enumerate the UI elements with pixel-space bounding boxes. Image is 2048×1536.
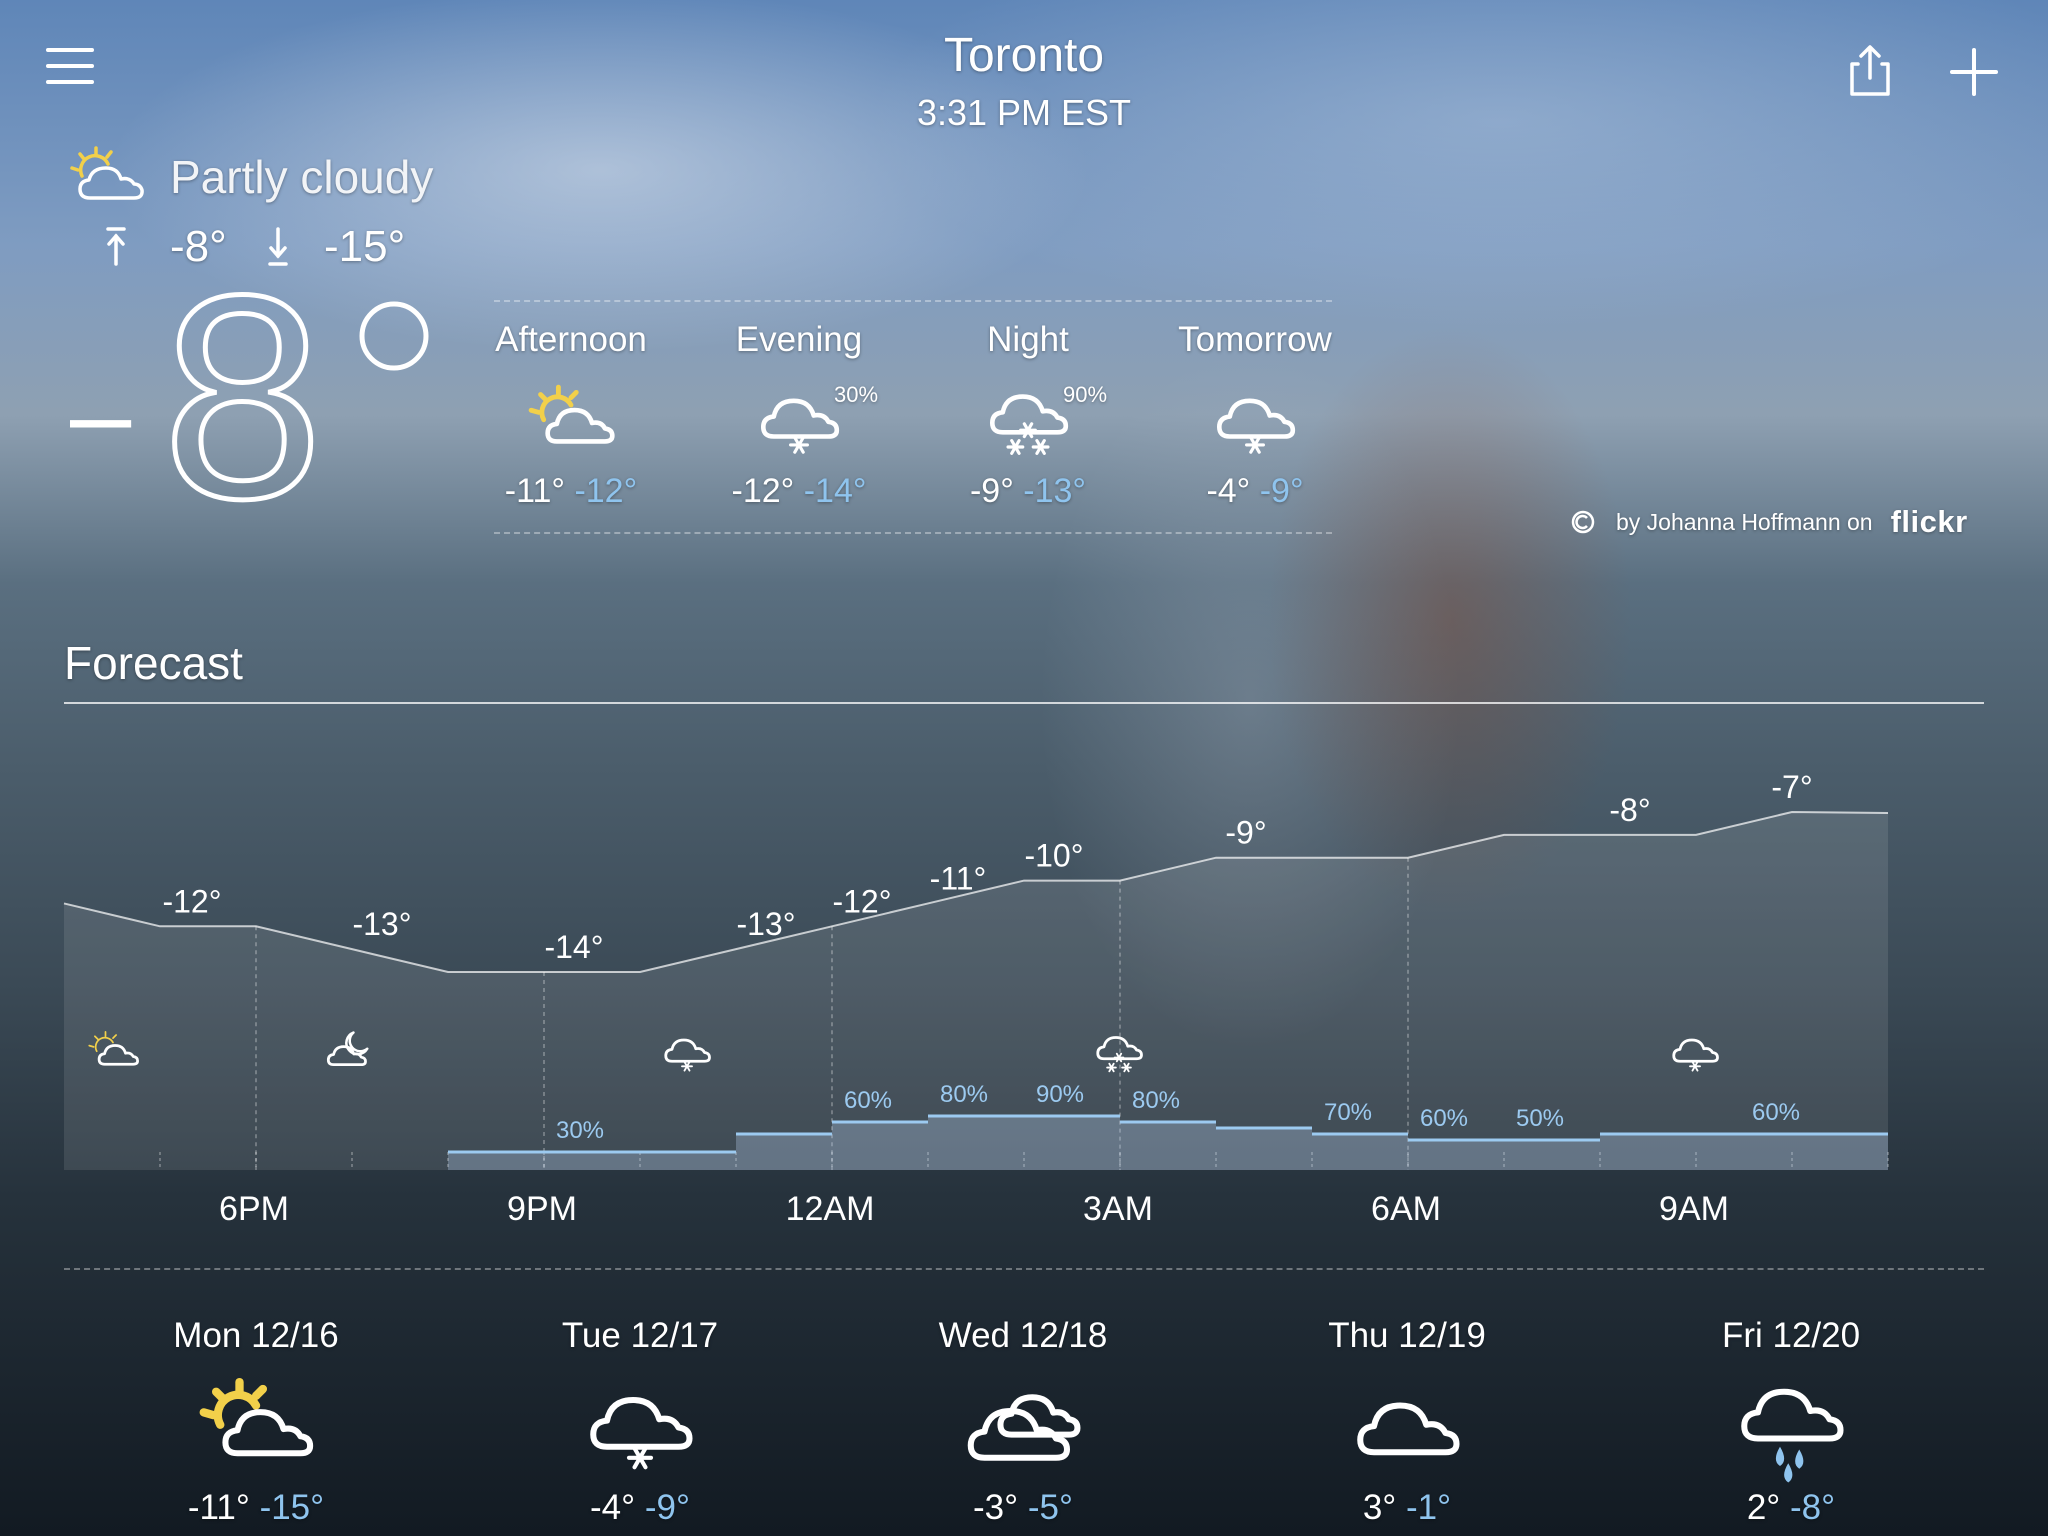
precip-bar bbox=[736, 1134, 832, 1170]
precip-bar bbox=[544, 1152, 640, 1170]
daily-item[interactable]: Tue 12/17 -4° -9° bbox=[490, 1310, 790, 1536]
cloud-icon bbox=[1357, 1402, 1460, 1456]
chart-icon bbox=[1672, 1038, 1719, 1072]
precip-bar bbox=[1792, 1134, 1888, 1170]
day-high: -11° bbox=[187, 1488, 250, 1527]
day-icon bbox=[1352, 1378, 1462, 1482]
precip-bar bbox=[1408, 1140, 1504, 1170]
chart-icon bbox=[88, 1031, 139, 1066]
time-label: 3AM bbox=[1083, 1190, 1153, 1228]
temp-label: -14° bbox=[544, 929, 603, 965]
day-high: -4° bbox=[590, 1488, 636, 1527]
precip-bar bbox=[1120, 1122, 1216, 1170]
day-icon bbox=[1736, 1378, 1846, 1483]
heavy-snow-icon bbox=[1096, 1036, 1143, 1073]
time-label: 9AM bbox=[1659, 1190, 1729, 1228]
partly-cloudy-icon bbox=[199, 1377, 314, 1457]
day-label: Tue 12/17 bbox=[561, 1316, 719, 1355]
chart-icon bbox=[1096, 1036, 1143, 1073]
snow-cloud-icon bbox=[664, 1038, 711, 1072]
snow-cloud-icon bbox=[1672, 1038, 1719, 1072]
precip-label: 80% bbox=[1132, 1087, 1180, 1114]
cloudy-icon bbox=[967, 1394, 1081, 1461]
daily-divider bbox=[64, 1268, 1984, 1270]
partly-cloudy-icon bbox=[88, 1031, 139, 1066]
daily-item[interactable]: Fri 12/20 2° -8° bbox=[1641, 1310, 1941, 1536]
day-temps: -4° -9° bbox=[490, 1488, 790, 1528]
day-high: 3° bbox=[1362, 1488, 1397, 1527]
time-label: 6PM bbox=[219, 1190, 289, 1228]
time-label: 9PM bbox=[507, 1190, 577, 1228]
precip-bar bbox=[1504, 1140, 1600, 1170]
precip-label: 60% bbox=[1420, 1105, 1468, 1132]
precip-label: 70% bbox=[1324, 1099, 1372, 1126]
precip-bar bbox=[1312, 1134, 1408, 1170]
temp-label: -9° bbox=[1225, 815, 1266, 851]
chart-icon bbox=[326, 1031, 369, 1066]
time-label: 6AM bbox=[1371, 1190, 1441, 1228]
day-label: Wed 12/18 bbox=[938, 1316, 1108, 1355]
day-low: -8° bbox=[1790, 1488, 1836, 1527]
day-icon bbox=[967, 1378, 1081, 1482]
temp-label: -12° bbox=[832, 883, 891, 919]
precip-label: 30% bbox=[556, 1117, 604, 1144]
temp-label: -11° bbox=[930, 860, 987, 896]
temp-label: -10° bbox=[1024, 838, 1083, 874]
chart-icon bbox=[664, 1038, 711, 1072]
day-label: Fri 12/20 bbox=[1721, 1316, 1861, 1355]
precip-bar bbox=[640, 1152, 736, 1170]
night-cloudy-icon bbox=[326, 1031, 369, 1066]
day-low: -15° bbox=[259, 1488, 325, 1527]
precip-bar bbox=[1696, 1134, 1792, 1170]
precip-label: 80% bbox=[940, 1081, 988, 1108]
day-temps: -3° -5° bbox=[873, 1488, 1173, 1528]
daily-item[interactable]: Mon 12/16 -11° -15° bbox=[106, 1310, 406, 1536]
day-low: -1° bbox=[1406, 1488, 1452, 1527]
day-label: Mon 12/16 bbox=[173, 1316, 339, 1355]
day-low: -9° bbox=[644, 1488, 690, 1527]
temp-label: -13° bbox=[736, 906, 795, 942]
precip-label: 60% bbox=[1752, 1099, 1800, 1126]
temp-label: -12° bbox=[162, 883, 221, 919]
precip-bar bbox=[832, 1122, 928, 1170]
precip-label: 90% bbox=[1036, 1081, 1084, 1108]
day-icon bbox=[199, 1377, 314, 1482]
precip-bar bbox=[448, 1152, 544, 1170]
day-high: -3° bbox=[973, 1488, 1019, 1527]
precip-bar bbox=[928, 1116, 1024, 1170]
day-high: 2° bbox=[1746, 1488, 1781, 1527]
daily-item[interactable]: Thu 12/19 3° -1° bbox=[1257, 1310, 1557, 1536]
temp-label: -13° bbox=[352, 906, 411, 942]
precip-bar bbox=[1600, 1134, 1696, 1170]
precip-bar bbox=[1024, 1116, 1120, 1170]
temp-label: -8° bbox=[1609, 792, 1650, 828]
day-icon bbox=[585, 1378, 695, 1482]
precip-label: 60% bbox=[844, 1087, 892, 1114]
day-temps: 2° -8° bbox=[1641, 1488, 1941, 1528]
daily-item[interactable]: Wed 12/18 -3° -5° bbox=[873, 1310, 1173, 1536]
day-temps: 3° -1° bbox=[1257, 1488, 1557, 1528]
rain-cloud-icon bbox=[1741, 1388, 1844, 1483]
day-temps: -11° -15° bbox=[106, 1488, 406, 1528]
precip-bar bbox=[1216, 1128, 1312, 1170]
day-label: Thu 12/19 bbox=[1328, 1316, 1486, 1355]
time-label: 12AM bbox=[786, 1190, 875, 1228]
snow-cloud-icon bbox=[590, 1396, 693, 1470]
day-low: -5° bbox=[1027, 1488, 1073, 1527]
hourly-forecast-chart[interactable]: -12° -13° -14° -13° -12° -11° -10° -9° -8° -7° 30%… bbox=[0, 0, 2048, 1536]
temp-label: -7° bbox=[1771, 769, 1812, 805]
precip-label: 50% bbox=[1516, 1105, 1564, 1132]
